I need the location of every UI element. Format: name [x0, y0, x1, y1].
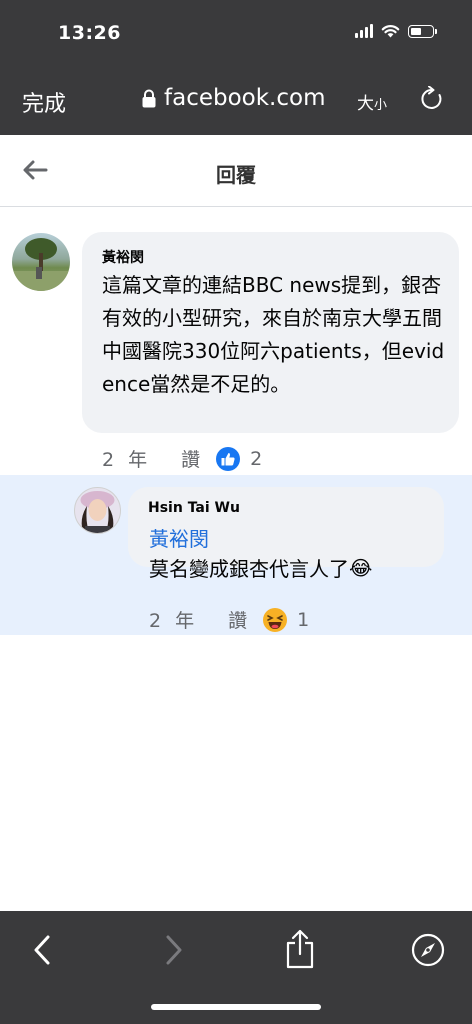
home-indicator[interactable] — [151, 1004, 321, 1010]
status-icons — [355, 24, 437, 38]
comment-author[interactable]: 黃裕閔 — [102, 247, 144, 267]
laughing-tears-emoji: 😂 — [349, 555, 373, 580]
haha-icon — [263, 607, 288, 632]
url-text: facebook.com — [164, 85, 326, 111]
comment-text: 莫名變成銀杏代言人了 😂 — [149, 553, 372, 582]
mention-link[interactable]: 黃裕閔 — [149, 523, 209, 552]
address-bar[interactable]: facebook.com — [142, 85, 325, 111]
comment-actions: 2 年 讚 1 — [149, 606, 309, 633]
reaction-summary[interactable]: 1 — [263, 607, 310, 632]
reaction-summary[interactable]: 2 — [216, 446, 263, 471]
avatar[interactable] — [12, 233, 70, 291]
comment-actions: 2 年 讚 2 — [102, 445, 262, 472]
comment-time[interactable]: 2 年 — [149, 606, 198, 633]
page-header: 回覆 — [0, 135, 472, 207]
lock-icon — [142, 89, 156, 107]
reaction-count: 2 — [250, 447, 263, 470]
reload-icon[interactable] — [420, 85, 444, 116]
reaction-count: 1 — [297, 608, 310, 631]
comment-author[interactable]: Hsin Tai Wu — [148, 500, 240, 516]
comment-text-body: 莫名變成銀杏代言人了 — [149, 557, 349, 581]
cellular-signal-icon — [355, 24, 373, 38]
text-size-large-label: 大 — [357, 94, 374, 114]
status-time: 13:26 — [58, 22, 121, 44]
like-button[interactable]: 讚 — [228, 606, 247, 633]
text-size-button[interactable]: 大小 — [357, 89, 387, 114]
back-icon[interactable] — [30, 933, 54, 971]
done-button[interactable]: 完成 — [22, 86, 66, 118]
battery-level — [411, 27, 421, 35]
comment-time[interactable]: 2 年 — [102, 445, 151, 472]
avatar[interactable] — [74, 487, 121, 534]
forward-icon[interactable] — [162, 933, 186, 971]
text-size-small-label: 小 — [374, 98, 388, 113]
like-button[interactable]: 讚 — [181, 445, 200, 472]
share-icon[interactable] — [284, 929, 316, 973]
browser-top-bar: 13:26 完成 facebook.com 大小 — [0, 0, 472, 135]
compass-icon[interactable] — [411, 933, 445, 971]
like-icon — [216, 446, 241, 471]
battery-icon — [408, 24, 437, 38]
comment-text: 這篇文章的連結BBC news提到，銀杏有效的小型研究，來自於南京大學五間中國醫… — [102, 273, 445, 396]
page-title: 回覆 — [216, 163, 256, 187]
wifi-icon — [381, 25, 400, 38]
